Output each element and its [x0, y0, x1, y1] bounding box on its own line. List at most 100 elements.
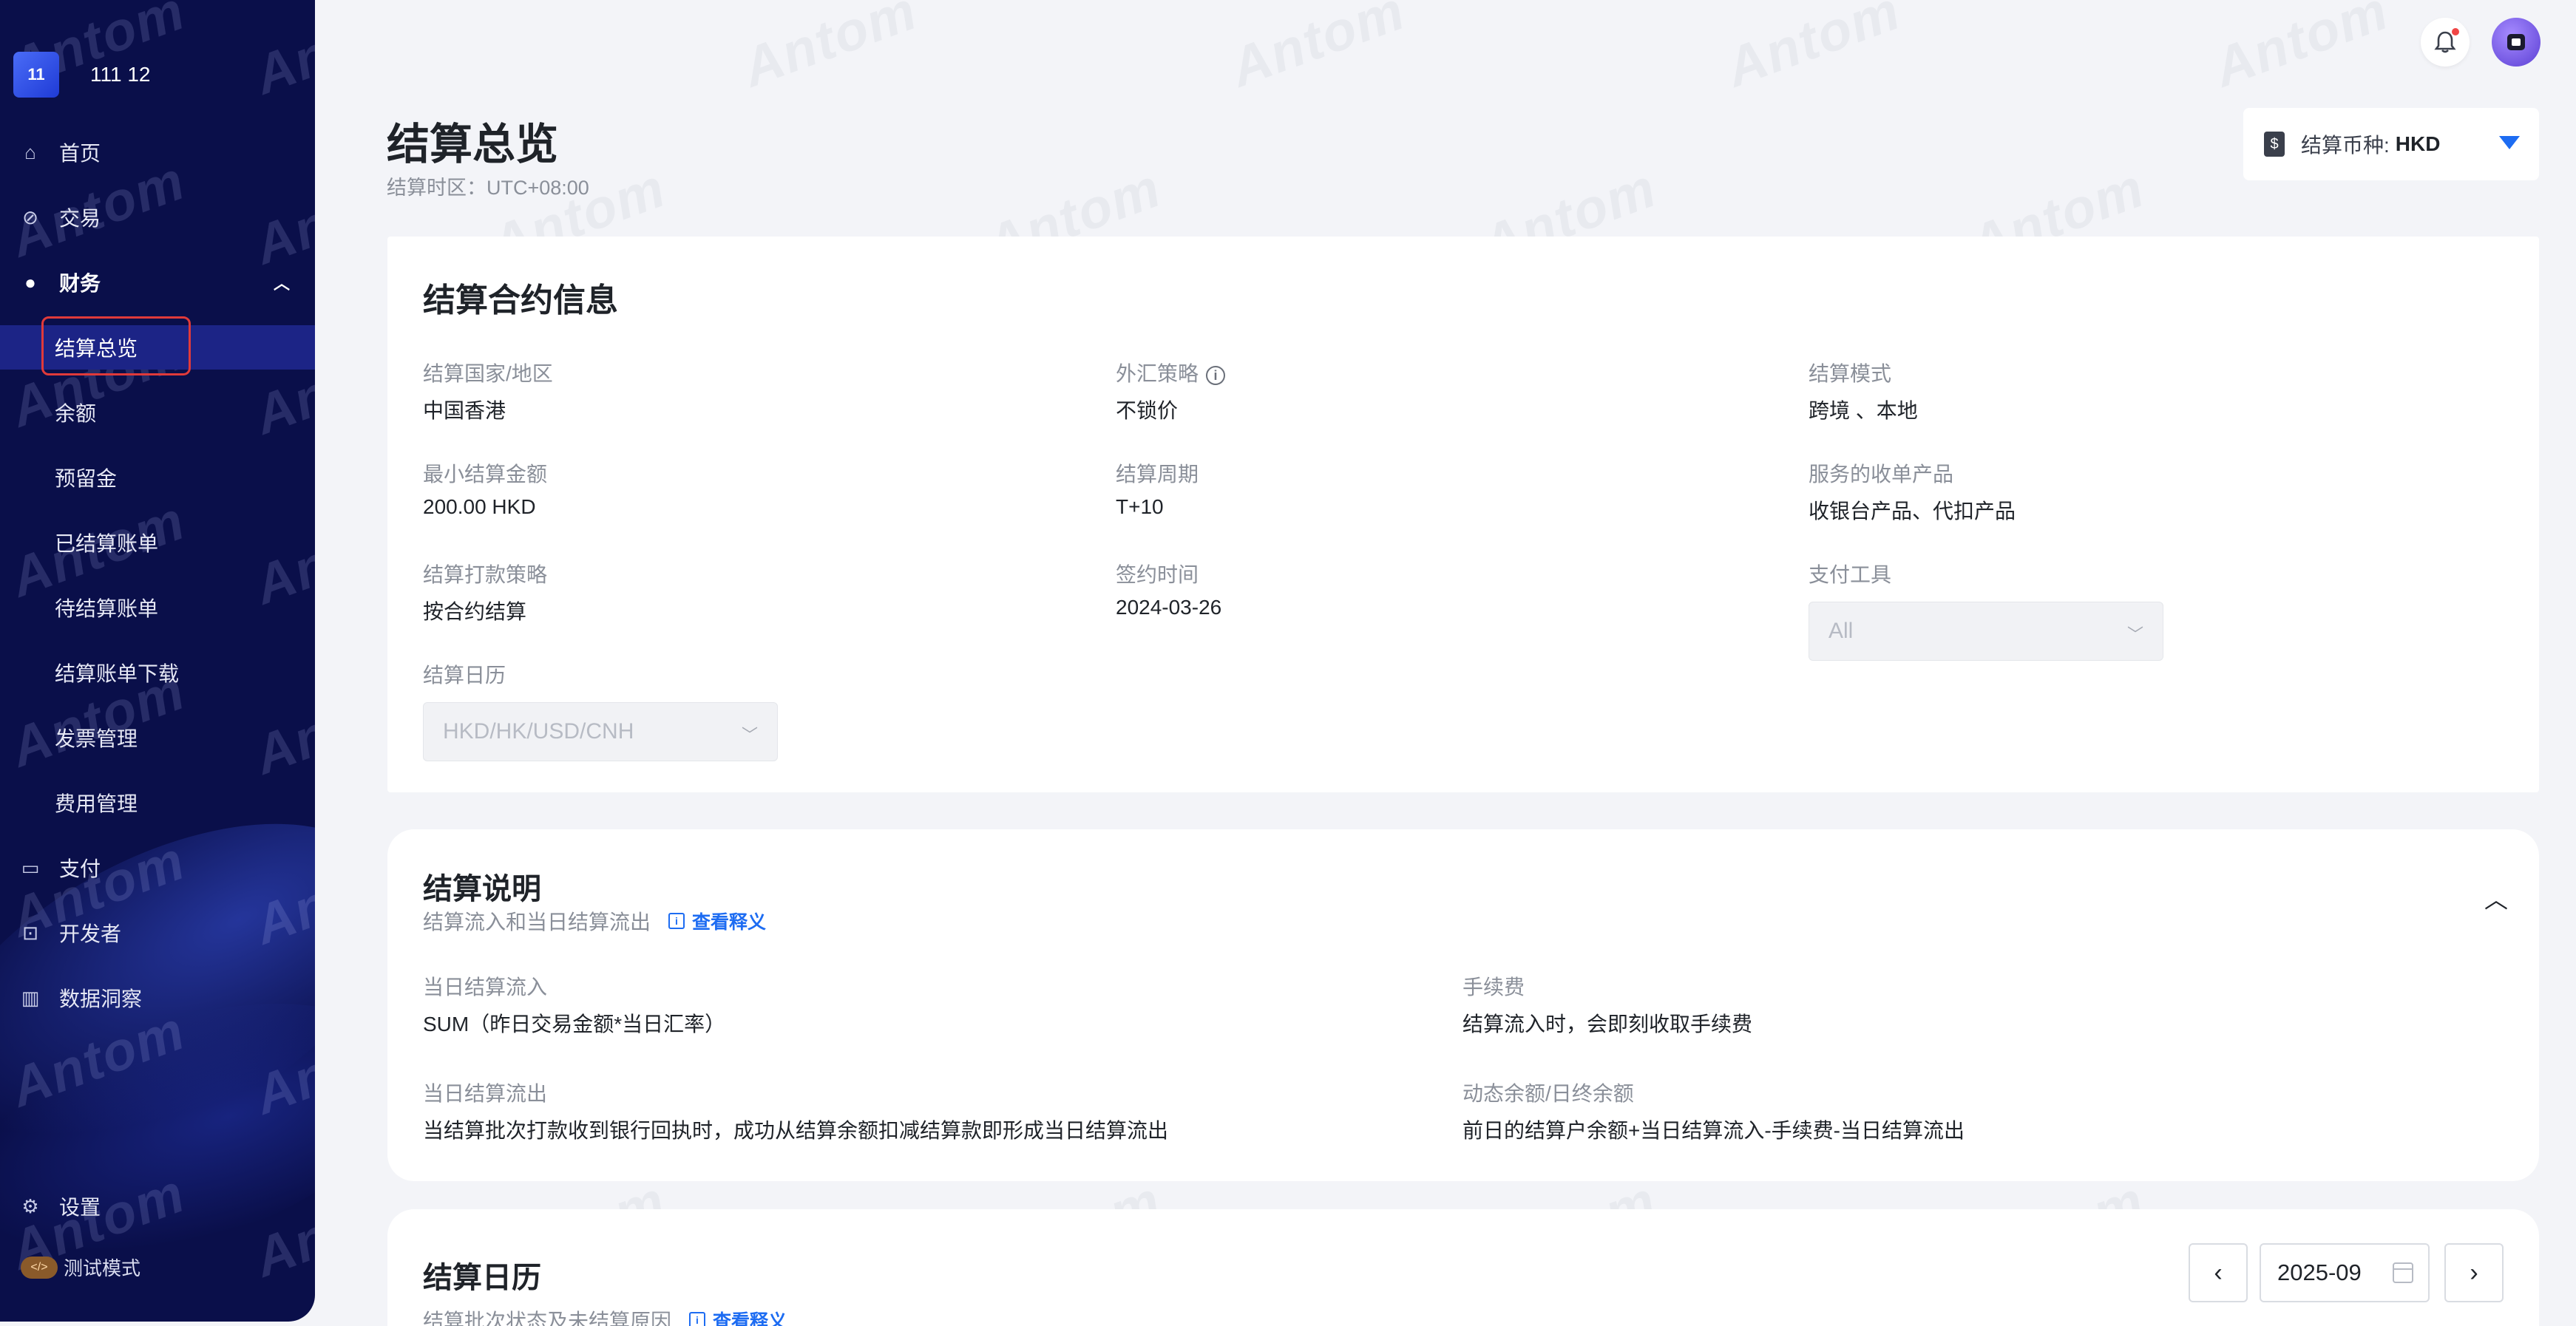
- sidebar-item-data-insight[interactable]: ▥ 数据洞察: [0, 976, 315, 1020]
- notification-button[interactable]: [2421, 18, 2470, 67]
- country-value: 中国香港: [423, 399, 506, 422]
- products-label: 服务的收单产品: [1809, 463, 1954, 486]
- user-avatar-icon: [2507, 34, 2525, 50]
- calendar-value: HKD/HK/USD/CNH: [443, 719, 634, 744]
- brand[interactable]: 11 111 12: [13, 52, 150, 98]
- explain-card-subtitle: 结算流入和当日结算流出: [423, 911, 651, 934]
- sidebar-item-label: 待结算账单: [55, 597, 159, 620]
- test-mode-toggle[interactable]: </> 测试模式: [21, 1254, 140, 1281]
- balance-value: 前日的结算户余额+当日结算流入-手续费-当日结算流出: [1462, 1119, 1965, 1142]
- inflow-label: 当日结算流入: [423, 976, 548, 999]
- avatar[interactable]: [2492, 18, 2541, 67]
- watermark: Antom: [246, 0, 315, 106]
- view-definition-link[interactable]: i 查看释义: [668, 908, 766, 934]
- sidebar-item-label: 数据洞察: [59, 987, 143, 1010]
- contract-card-title: 结算合约信息: [423, 282, 618, 319]
- chevron-down-icon: ﹀: [741, 726, 758, 744]
- next-month-button[interactable]: ›: [2444, 1243, 2504, 1302]
- watermark: Antom: [2206, 0, 2397, 99]
- notification-dot: [2452, 28, 2459, 35]
- watermark: Antom: [734, 0, 926, 99]
- mode-value: 跨境 、本地: [1809, 399, 1918, 422]
- sidebar-item-label: 交易: [59, 207, 101, 230]
- outflow-label: 当日结算流出: [423, 1082, 548, 1105]
- sidebar-item-label: 支付: [59, 857, 101, 880]
- payout-strategy-label: 结算打款策略: [423, 563, 548, 586]
- sidebar-item-label: 首页: [59, 142, 101, 165]
- currency-value: HKD: [2395, 132, 2441, 155]
- info-icon[interactable]: i: [1206, 365, 1226, 385]
- month-picker[interactable]: 2025-09: [2260, 1243, 2430, 1302]
- terminal-icon: ⊡: [22, 921, 38, 944]
- home-icon: ⌂: [24, 140, 36, 163]
- min-amount-value: 200.00 HKD: [423, 495, 536, 518]
- sidebar-subitem-fees[interactable]: 费用管理: [0, 781, 315, 825]
- gear-icon: ⚙: [21, 1194, 39, 1217]
- cycle-value: T+10: [1116, 495, 1164, 518]
- currency-selector[interactable]: $ 结算币种: HKD: [2243, 108, 2539, 180]
- outflow-value: 当结算批次打款收到银行回执时，成功从结算余额扣减结算款即形成当日结算流出: [423, 1119, 1169, 1142]
- link-label: 查看释义: [692, 912, 767, 933]
- sidebar-subitem-pending-bills[interactable]: 待结算账单: [0, 585, 315, 630]
- sidebar-item-label: 费用管理: [55, 792, 138, 815]
- contract-info-card: 结算合约信息 结算国家/地区 中国香港 外汇策略 i 不锁价 结算模式 跨境 、本…: [387, 237, 2539, 792]
- sign-date-value: 2024-03-26: [1116, 596, 1222, 619]
- calendar-label: 结算日历: [423, 664, 506, 687]
- sidebar-subitem-invoice[interactable]: 发票管理: [0, 715, 315, 760]
- sidebar-subitem-reserve[interactable]: 预留金: [0, 455, 315, 500]
- fx-strategy-value: 不锁价: [1116, 399, 1179, 422]
- products-value: 收银台产品、代扣产品: [1809, 500, 2016, 523]
- calendar-select[interactable]: HKD/HK/USD/CNH ﹀: [423, 702, 778, 761]
- sidebar-item-label: 发票管理: [55, 727, 138, 750]
- code-icon: </>: [21, 1256, 58, 1279]
- sidebar-item-label: 已结算账单: [55, 532, 159, 555]
- brand-logo: 11: [13, 52, 59, 98]
- collapse-chevron-icon[interactable]: ︿: [2484, 881, 2508, 915]
- watermark: Antom: [1222, 0, 1414, 99]
- chevron-up-icon: ︿: [273, 274, 290, 293]
- watermark: Antom: [1718, 0, 1909, 99]
- sidebar-item-developer[interactable]: ⊡ 开发者: [0, 911, 315, 955]
- payment-tool-value: All: [1828, 619, 1854, 643]
- fx-strategy-label-wrap: 外汇策略 i: [1116, 358, 1226, 387]
- sidebar: Antom Antom Antom Antom Antom Antom Anto…: [0, 0, 315, 1322]
- dollar-icon: $: [2264, 132, 2285, 157]
- payment-tool-select[interactable]: All ﹀: [1809, 602, 2163, 661]
- cycle-label: 结算周期: [1116, 463, 1199, 486]
- page-timezone: 结算时区：UTC+08:00: [387, 177, 589, 199]
- payment-icon: ▭: [21, 856, 40, 879]
- calendar-view-definition-link[interactable]: i 查看释义: [689, 1307, 787, 1326]
- finance-icon: ●: [24, 271, 36, 293]
- explain-card-title: 结算说明: [423, 873, 541, 905]
- country-label: 结算国家/地区: [423, 362, 553, 385]
- balance-label: 动态余额/日终余额: [1462, 1082, 1634, 1105]
- calendar-card-title: 结算日历: [423, 1262, 541, 1294]
- payout-strategy-value: 按合约结算: [423, 600, 527, 623]
- caret-down-icon: [2499, 136, 2520, 149]
- fee-label: 手续费: [1462, 976, 1525, 999]
- sidebar-item-finance[interactable]: ● 财务 ︿: [0, 260, 315, 305]
- month-value: 2025-09: [2277, 1259, 2362, 1285]
- calendar-icon: [2393, 1262, 2413, 1283]
- sidebar-subitem-balance[interactable]: 余额: [0, 390, 315, 435]
- inflow-value: SUM（昨日交易金额*当日汇率）: [423, 1013, 726, 1036]
- sidebar-item-label: 余额: [55, 402, 97, 425]
- prev-month-button[interactable]: ‹: [2189, 1243, 2248, 1302]
- sidebar-subitem-settled-bills[interactable]: 已结算账单: [0, 520, 315, 565]
- sidebar-item-label: 开发者: [59, 922, 122, 945]
- sidebar-item-settings[interactable]: ⚙ 设置: [0, 1184, 315, 1228]
- test-mode-label: 测试模式: [64, 1257, 141, 1279]
- sidebar-subitem-bill-download[interactable]: 结算账单下载: [0, 650, 315, 695]
- payment-tool-label: 支付工具: [1809, 563, 1892, 586]
- mode-label: 结算模式: [1809, 362, 1892, 385]
- page-title: 结算总览: [387, 120, 559, 169]
- sidebar-item-payment[interactable]: ▭ 支付: [0, 846, 315, 890]
- fee-value: 结算流入时，会即刻收取手续费: [1462, 1013, 1753, 1036]
- book-icon: i: [668, 913, 685, 929]
- brand-name: 111 12: [90, 63, 151, 86]
- sidebar-item-label: 设置: [59, 1196, 101, 1219]
- calendar-card-subtitle: 结算批次状态及未结算原因: [423, 1310, 672, 1326]
- sidebar-item-home[interactable]: ⌂ 首页: [0, 130, 315, 174]
- sidebar-item-transaction[interactable]: ⊘ 交易: [0, 195, 315, 239]
- sidebar-item-label: 预留金: [55, 467, 118, 490]
